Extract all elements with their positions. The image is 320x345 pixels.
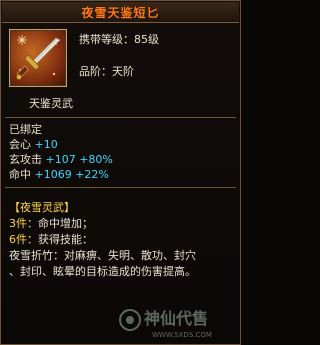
skill-description-line1: 夜雪折竹：对麻痹、失明、散功、封穴	[9, 249, 196, 262]
set-bonus-text: 命中增加；	[38, 217, 93, 230]
stat-name: 会心	[9, 138, 31, 151]
stat-row-attack: 玄攻击 +107 +80%	[9, 153, 113, 167]
stat-name: 玄攻击	[9, 153, 42, 166]
divider	[5, 117, 236, 118]
set-bonus-6: 6件：获得技能：	[9, 233, 93, 247]
grade-label: 品阶：	[79, 65, 112, 78]
stat-value: +107	[45, 153, 76, 166]
set-name: 【夜雪灵武】	[9, 201, 75, 214]
stat-name: 命中	[9, 168, 31, 181]
divider	[5, 187, 236, 188]
stat-row-hit: 命中 +1069 +22%	[9, 168, 109, 182]
stat-percent: +80%	[79, 153, 113, 166]
skill-description-line2: 、封印、眩晕的目标造成的伤害提高。	[9, 265, 196, 278]
carry-level-value: 85级	[134, 33, 159, 46]
carry-level-row: 携带等级：85级	[79, 33, 159, 47]
dagger-icon	[16, 35, 61, 80]
title-bar: 夜雪天鉴短匕	[2, 2, 239, 23]
bound-status: 已绑定	[9, 123, 42, 136]
item-icon-frame[interactable]	[9, 29, 67, 87]
carry-level-label: 携带等级：	[79, 33, 134, 46]
grade-value: 天阶	[112, 65, 134, 78]
item-section-name: 天鉴灵武	[29, 97, 73, 110]
stat-value: +10	[34, 138, 58, 151]
stat-value: +1069	[34, 168, 72, 181]
set-bonus-label: 6件：	[9, 233, 38, 246]
item-title: 夜雪天鉴短匕	[81, 6, 160, 20]
stat-percent: +22%	[75, 168, 109, 181]
set-bonus-3: 3件：命中增加；	[9, 217, 93, 231]
set-bonus-label: 3件：	[9, 217, 38, 230]
set-bonus-text: 获得技能：	[38, 233, 93, 246]
watermark-url: WWW.SXDS.COM	[152, 331, 212, 339]
watermark-brand: 神仙代售	[144, 309, 208, 328]
item-tooltip: 夜雪天鉴短匕 携带等级：85级 品阶：天阶 天鉴灵武 已绑定 会心 +10 玄攻…	[0, 0, 241, 345]
watermark-logo: 神仙代售 WWW.SXDS.COM	[119, 309, 212, 339]
grade-row: 品阶：天阶	[79, 65, 134, 79]
stat-row-crit: 会心 +10	[9, 138, 58, 152]
